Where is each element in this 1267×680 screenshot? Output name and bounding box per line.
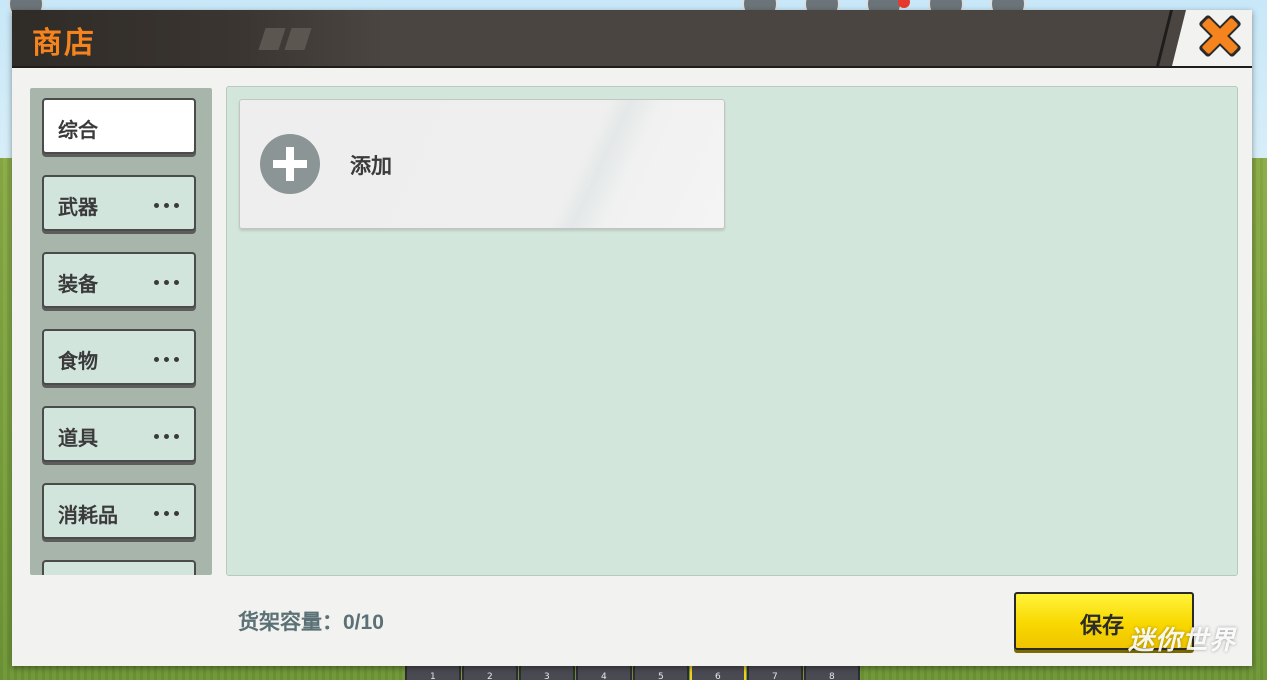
hotbar-number: 6 [715,672,721,680]
capacity-value: 0/10 [343,611,384,634]
hotbar-number: 3 [544,672,550,680]
hotbar-number: 8 [829,672,835,680]
category-item-general[interactable]: 综合 [42,98,196,154]
add-item-label: 添加 [350,154,392,178]
hotbar-number: 5 [658,672,664,680]
watermark-logo: 迷你世界 [1128,626,1237,656]
save-button-label: 保存 [1080,614,1125,639]
plus-circle-icon [260,134,320,194]
title-decoration [284,28,312,50]
category-item-food[interactable]: 食物 [42,329,196,385]
more-icon[interactable] [154,511,182,517]
category-label: 武器 [58,195,98,219]
more-icon[interactable] [154,203,182,209]
category-sidebar[interactable]: 综合 武器 装备 食物 道具 消耗品 [30,88,212,575]
category-item-weapons[interactable]: 武器 [42,175,196,231]
category-item-consumables[interactable]: 消耗品 [42,483,196,539]
title-decoration [258,28,286,50]
hotbar-number: 4 [601,672,607,680]
more-icon[interactable] [154,357,182,363]
category-item-partial[interactable] [42,560,196,575]
more-icon[interactable] [154,434,182,440]
title-bar: 商店 [12,10,1252,68]
category-label: 道具 [58,426,98,450]
category-item-props[interactable]: 道具 [42,406,196,462]
close-button[interactable] [1194,10,1246,62]
shop-dialog: 商店 综合 武器 装备 食物 道具 消耗品 添加 货架容量：0/10 保存 [12,10,1252,666]
close-x-icon [1199,15,1241,57]
shelf-content-area: 添加 [226,86,1238,576]
hotbar-number: 2 [487,672,493,680]
category-label: 装备 [58,272,98,296]
hotbar-number: 1 [430,672,436,680]
category-label: 综合 [58,118,98,142]
category-label: 食物 [58,349,98,373]
more-icon[interactable] [154,280,182,286]
add-item-card[interactable]: 添加 [239,99,725,229]
category-item-equipment[interactable]: 装备 [42,252,196,308]
capacity-label: 货架容量： [238,610,343,634]
dialog-title: 商店 [32,26,96,61]
category-label: 消耗品 [58,503,118,527]
shelf-capacity: 货架容量：0/10 [238,606,384,636]
hotbar-number: 7 [772,672,778,680]
title-notch-edge [1155,10,1173,68]
